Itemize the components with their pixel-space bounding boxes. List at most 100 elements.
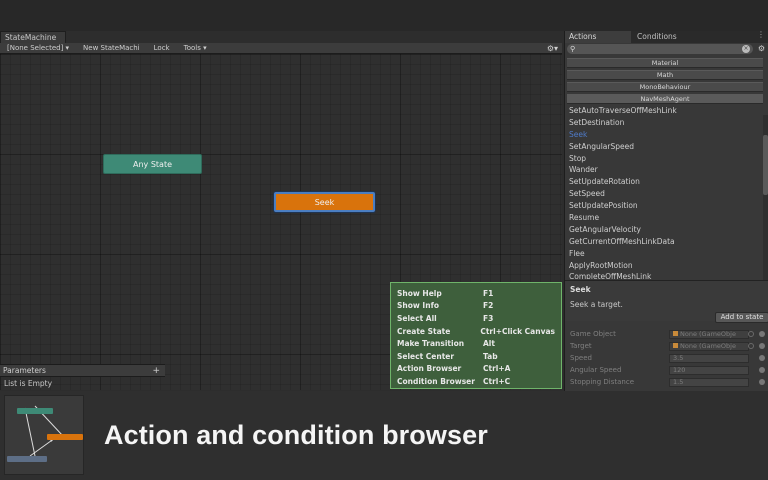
action-item[interactable]: ApplyRootMotion <box>567 260 763 272</box>
category-monobehaviour[interactable]: MonoBehaviour <box>567 82 763 92</box>
chevron-down-icon: ▾ <box>203 44 207 52</box>
action-item[interactable]: GetCurrentOffMeshLinkData <box>567 236 763 248</box>
parameters-header: Parameters + <box>0 364 165 377</box>
category-math[interactable]: Math <box>567 70 763 80</box>
browser-tabs: Actions Conditions ⋮ <box>565 31 768 43</box>
tools-label: Tools <box>183 44 201 52</box>
action-item[interactable]: SetUpdateRotation <box>567 176 763 188</box>
add-to-state-button[interactable]: Add to state <box>715 312 768 323</box>
machine-dropdown[interactable]: New StateMachi <box>76 44 147 52</box>
property-field[interactable]: 3.5 <box>669 353 749 363</box>
minimap <box>4 395 84 475</box>
help-row: Condition Browser Ctrl+C <box>397 375 555 388</box>
action-item[interactable]: Stop <box>567 153 763 165</box>
help-row: Create State Ctrl+Click Canvas <box>397 325 555 338</box>
description-title: Seek <box>570 285 591 294</box>
parameter-toggle-icon[interactable] <box>759 367 765 373</box>
help-action-label: Show Info <box>397 301 439 311</box>
selection-dropdown[interactable]: [None Selected] ▾ <box>0 44 76 52</box>
property-row: Stopping Distance 1.5 <box>565 376 768 388</box>
tab-conditions[interactable]: Conditions <box>631 31 697 43</box>
help-shortcut: Ctrl+C <box>483 376 511 386</box>
description-text: Seek a target. <box>570 300 623 309</box>
gear-icon[interactable]: ⚙▾ <box>547 44 562 53</box>
help-shortcut: F3 <box>483 313 494 323</box>
clear-search-icon[interactable]: × <box>742 45 750 53</box>
tab-statemachine[interactable]: StateMachine <box>0 31 66 43</box>
category-navmeshagent[interactable]: NavMeshAgent <box>567 94 763 104</box>
action-item[interactable]: CompleteOffMeshLink <box>567 271 763 279</box>
property-field[interactable]: 120 <box>669 365 749 375</box>
minimap-any-state <box>17 408 53 414</box>
lock-label: Lock <box>153 44 170 52</box>
help-row: Show Help F1 <box>397 287 555 300</box>
any-state-node[interactable]: Any State <box>103 154 202 174</box>
lock-button[interactable]: Lock <box>147 44 177 52</box>
property-label: Angular Speed <box>570 366 622 374</box>
property-field[interactable]: None (GameObje <box>669 341 749 351</box>
property-row: Game Object None (GameObje <box>565 328 768 340</box>
add-parameter-icon[interactable]: + <box>152 365 160 377</box>
help-action-label: Create State <box>397 326 451 336</box>
property-value: None (GameObje <box>680 341 736 350</box>
help-shortcut: Ctrl+Click Canvas <box>480 326 555 336</box>
object-picker-icon[interactable] <box>748 331 754 337</box>
chevron-down-icon: ▾ <box>65 44 70 52</box>
help-action-label: Show Help <box>397 288 442 298</box>
parameter-toggle-icon[interactable] <box>759 343 765 349</box>
gameobject-icon <box>673 330 678 336</box>
help-row: Action Browser Ctrl+A <box>397 363 555 376</box>
object-picker-icon[interactable] <box>748 343 754 349</box>
property-value: None (GameObje <box>680 329 736 338</box>
property-label: Speed <box>570 354 592 362</box>
parameter-toggle-icon[interactable] <box>759 379 765 385</box>
property-label: Game Object <box>570 330 616 338</box>
action-item[interactable]: SetDestination <box>567 117 763 129</box>
top-strip <box>0 0 768 31</box>
property-row: Speed 3.5 <box>565 352 768 364</box>
action-item[interactable]: Wander <box>567 164 763 176</box>
help-action-label: Make Transition <box>397 339 465 349</box>
gameobject-icon <box>673 342 678 348</box>
property-field[interactable]: None (GameObje <box>669 329 749 339</box>
seek-state-node[interactable]: Seek <box>274 192 375 212</box>
search-icon: ⚲ <box>570 45 576 53</box>
action-properties: Game Object None (GameObje Target None (Gam… <box>565 328 768 388</box>
property-label: Stopping Distance <box>570 378 635 386</box>
action-item[interactable]: SetUpdatePosition <box>567 200 763 212</box>
action-item[interactable]: Resume <box>567 212 763 224</box>
editor-toolbar: [None Selected] ▾ New StateMachi Lock To… <box>0 43 562 54</box>
shortcut-help-panel: Show Help F1 Show Info F2 Select All F3 Create… <box>390 282 562 389</box>
category-material[interactable]: Material <box>567 58 763 68</box>
window-menu-icon[interactable]: ⋮ <box>757 31 765 39</box>
action-item[interactable]: SetAutoTraverseOffMeshLink <box>567 105 763 117</box>
property-field[interactable]: 1.5 <box>669 377 749 387</box>
property-label: Target <box>570 342 592 350</box>
parameter-toggle-icon[interactable] <box>759 355 765 361</box>
help-action-label: Select Center <box>397 351 455 361</box>
scrollbar-thumb[interactable] <box>763 135 768 195</box>
action-item[interactable]: Seek <box>567 129 763 141</box>
action-item[interactable]: Flee <box>567 248 763 260</box>
action-item[interactable]: SetAngularSpeed <box>567 141 763 153</box>
search-input[interactable]: ⚲ × <box>567 44 753 54</box>
help-row: Make Transition Alt <box>397 337 555 350</box>
help-row: Select All F3 <box>397 312 555 325</box>
parameters-empty: List is Empty <box>4 379 53 388</box>
machine-label: New StateMachi <box>83 44 140 52</box>
property-row: Target None (GameObje <box>565 340 768 352</box>
action-item[interactable]: GetAngularVelocity <box>567 224 763 236</box>
action-browser: Actions Conditions ⋮ ⚲ × ⚙ Material Math… <box>564 31 768 391</box>
action-item[interactable]: SetSpeed <box>567 188 763 200</box>
property-row: Angular Speed 120 <box>565 364 768 376</box>
help-shortcut: F2 <box>483 301 494 311</box>
gear-icon[interactable]: ⚙ <box>758 44 765 53</box>
tab-actions[interactable]: Actions <box>565 31 631 43</box>
action-list-scrollbar[interactable] <box>763 115 768 280</box>
minimap-entry <box>7 456 47 462</box>
help-shortcut: Ctrl+A <box>483 364 511 374</box>
tools-dropdown[interactable]: Tools ▾ <box>177 44 214 52</box>
parameters-title: Parameters <box>3 366 46 375</box>
help-shortcut: F1 <box>483 288 494 298</box>
parameter-toggle-icon[interactable] <box>759 331 765 337</box>
